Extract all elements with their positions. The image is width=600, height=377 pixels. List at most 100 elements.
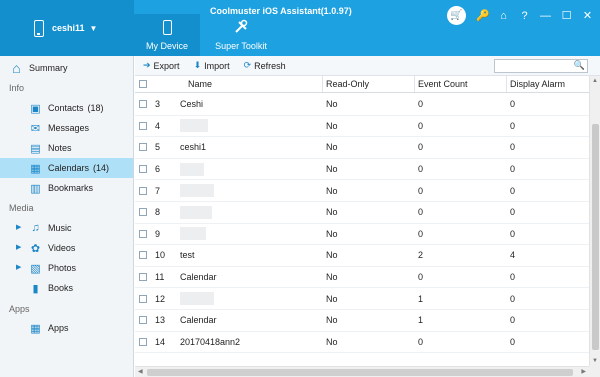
row-checkbox[interactable] [139,316,147,325]
table-row[interactable]: 5 ceshi1 No 0 0 [135,137,589,159]
sidebar-item-bookmarks[interactable]: ▥ Bookmarks [0,178,133,198]
sidebar-item-music[interactable]: ♫ Music [0,218,133,238]
vertical-scrollbar[interactable]: ▲ ▼ [589,76,600,366]
chevron-down-icon[interactable]: ▼ [90,24,98,33]
cell-name: 20170418ann2 [175,332,323,353]
calendar-name: 20170418ann2 [180,336,241,347]
search-box[interactable]: 🔍 [494,59,588,73]
calendar-name: test [180,250,195,261]
row-checkbox[interactable] [139,100,147,109]
scroll-left-icon[interactable]: ◀ [138,368,143,375]
table-row[interactable]: 9 No 0 0 [135,224,589,246]
sidebar-item-photos[interactable]: ▧ Photos [0,258,133,278]
cell-display-alarm: 0 [510,336,516,347]
minimize-button[interactable]: — [539,10,552,22]
calendar-name: ceshi1 [180,142,207,153]
device-name: ceshi11 [52,23,85,33]
row-checkbox[interactable] [139,229,147,238]
photos-icon: ▧ [30,262,41,275]
search-icon[interactable]: 🔍 [574,60,585,71]
sidebar-item-summary[interactable]: ⌂ Summary [0,58,133,78]
table-row[interactable]: 3 Ceshi No 0 0 [135,94,589,116]
redacted-name [180,119,208,133]
row-checkbox[interactable] [139,143,147,152]
horizontal-scrollbar[interactable]: ◀ ▶ [135,366,589,377]
cell-name [175,224,323,245]
export-arrow-icon: ➔ [143,60,151,70]
notes-icon: ▤ [30,142,41,155]
cell-display-alarm: 0 [510,293,516,304]
cell-read-only: No [326,315,338,326]
close-button[interactable]: ✕ [581,9,594,22]
table-row[interactable]: 11 Calendar No 0 0 [135,267,589,289]
sidebar-item-notes[interactable]: ▤ Notes [0,138,133,158]
calendar-icon: ▦ [30,162,41,175]
key-icon[interactable]: 🔑 [476,9,490,22]
cell-display-alarm: 0 [510,99,516,110]
sidebar-item-messages[interactable]: ✉ Messages [0,118,133,138]
sidebar-item-label: Notes [48,143,72,153]
scroll-right-icon[interactable]: ▶ [581,368,586,375]
row-checkbox[interactable] [139,251,147,260]
sidebar-item-calendars[interactable]: ▦ Calendars (14) [0,158,133,178]
table-row[interactable]: 8 No 0 0 [135,202,589,224]
table-header: Name Read-Only Event Count Display Alarm [135,76,589,93]
search-input[interactable] [495,60,571,72]
row-checkbox[interactable] [139,208,147,217]
table-row[interactable]: 10 test No 2 4 [135,245,589,267]
cell-display-alarm: 0 [510,272,516,283]
phone-icon [162,19,172,35]
header-name[interactable]: Name [175,76,323,92]
row-checkbox[interactable] [139,273,147,282]
scroll-thumb[interactable] [147,369,573,376]
sidebar-item-videos[interactable]: ✿ Videos [0,238,133,258]
scroll-thumb[interactable] [592,124,599,350]
table-row[interactable]: 12 No 1 0 [135,288,589,310]
row-checkbox[interactable] [139,337,147,346]
sidebar-item-label: Photos [48,263,77,273]
table-row[interactable]: 6 No 0 0 [135,159,589,181]
cell-event-count: 1 [418,315,424,326]
header-read-only[interactable]: Read-Only [323,76,415,92]
row-number: 9 [155,228,161,239]
redacted-name [180,292,214,306]
tab-label: Super Toolkit [215,41,267,51]
sidebar-item-apps[interactable]: ▦ Apps [0,318,133,338]
sidebar-item-books[interactable]: ▮ Books [0,278,133,298]
table-row[interactable]: 14 20170418ann2 No 0 0 [135,332,589,354]
tab-my-device[interactable]: My Device [134,14,200,56]
title-bar: ceshi11 ▼ Coolmuster iOS Assistant(1.0.9… [0,0,600,56]
row-checkbox[interactable] [139,294,147,303]
row-checkbox[interactable] [139,165,147,174]
cart-icon[interactable]: 🛒 [447,6,466,25]
row-checkbox[interactable] [139,186,147,195]
sidebar-item-label: Books [48,283,74,293]
export-button[interactable]: ➔ Export [143,60,180,71]
import-button[interactable]: ⬇ Import [194,60,230,71]
header-event-count[interactable]: Event Count [415,76,507,92]
sidebar-item-contacts[interactable]: ▣ Contacts (18) [0,98,133,118]
cell-read-only: No [326,250,338,261]
cell-event-count: 0 [418,228,424,239]
header-display-alarm[interactable]: Display Alarm [507,76,589,92]
scroll-down-icon[interactable]: ▼ [592,358,598,364]
device-selector[interactable]: ceshi11 ▼ [0,0,134,56]
messages-icon: ✉ [30,122,41,135]
scroll-up-icon[interactable]: ▲ [592,78,598,84]
cell-name [175,180,323,201]
row-checkbox[interactable] [139,121,147,130]
row-number: 12 [155,293,166,304]
refresh-button[interactable]: ⟳ Refresh [244,60,286,71]
cell-read-only: No [326,185,338,196]
cell-event-count: 0 [418,99,424,110]
cell-name [175,202,323,223]
help-icon[interactable]: ? [518,10,531,22]
select-all-checkbox[interactable] [139,80,147,88]
table-row[interactable]: 4 No 0 0 [135,116,589,138]
cell-display-alarm: 0 [510,142,516,153]
table-row[interactable]: 7 No 0 0 [135,180,589,202]
home-icon[interactable]: ⌂ [497,10,510,22]
tab-super-toolkit[interactable]: Super Toolkit [206,14,276,56]
table-row[interactable]: 13 Calendar No 1 0 [135,310,589,332]
maximize-button[interactable]: ☐ [560,9,573,22]
